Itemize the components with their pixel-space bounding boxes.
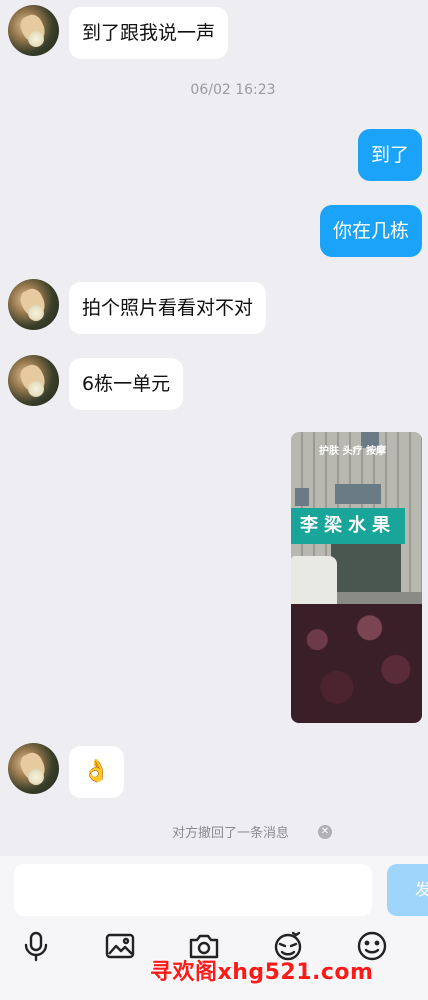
shrubbery — [291, 604, 422, 723]
watermark: 寻欢阁xhg521.com — [150, 960, 374, 985]
close-icon[interactable]: ✕ — [318, 825, 332, 839]
contact-avatar[interactable] — [8, 355, 59, 406]
shop-sign: 李梁水果 — [291, 508, 405, 544]
recall-notice: 对方撤回了一条消息 — [172, 826, 290, 841]
microphone-icon[interactable] — [16, 926, 56, 966]
message-timestamp: 06/02 16:23 — [190, 82, 276, 98]
outgoing-photo-message[interactable]: 护肤 头疗 按摩 李梁水果 — [291, 432, 422, 723]
incoming-message-bubble[interactable]: 到了跟我说一声 — [69, 7, 229, 59]
contact-avatar[interactable] — [8, 5, 59, 56]
top-store-sign: 护肤 头疗 按摩 — [319, 446, 386, 457]
image-icon[interactable] — [100, 926, 140, 966]
outgoing-message-bubble[interactable]: 到了 — [357, 129, 422, 181]
incoming-message-bubble[interactable]: 6栋一单元 — [69, 358, 184, 410]
contact-avatar[interactable] — [8, 743, 59, 794]
message-input[interactable] — [14, 864, 372, 916]
incoming-message-bubble[interactable]: 拍个照片看看对不对 — [69, 282, 267, 334]
send-button[interactable]: 发送 — [387, 864, 428, 916]
incoming-emoji-bubble[interactable]: 👌 — [69, 746, 124, 798]
shop-front — [331, 544, 401, 594]
outgoing-message-bubble[interactable]: 你在几栋 — [319, 205, 422, 257]
contact-avatar[interactable] — [8, 279, 59, 330]
